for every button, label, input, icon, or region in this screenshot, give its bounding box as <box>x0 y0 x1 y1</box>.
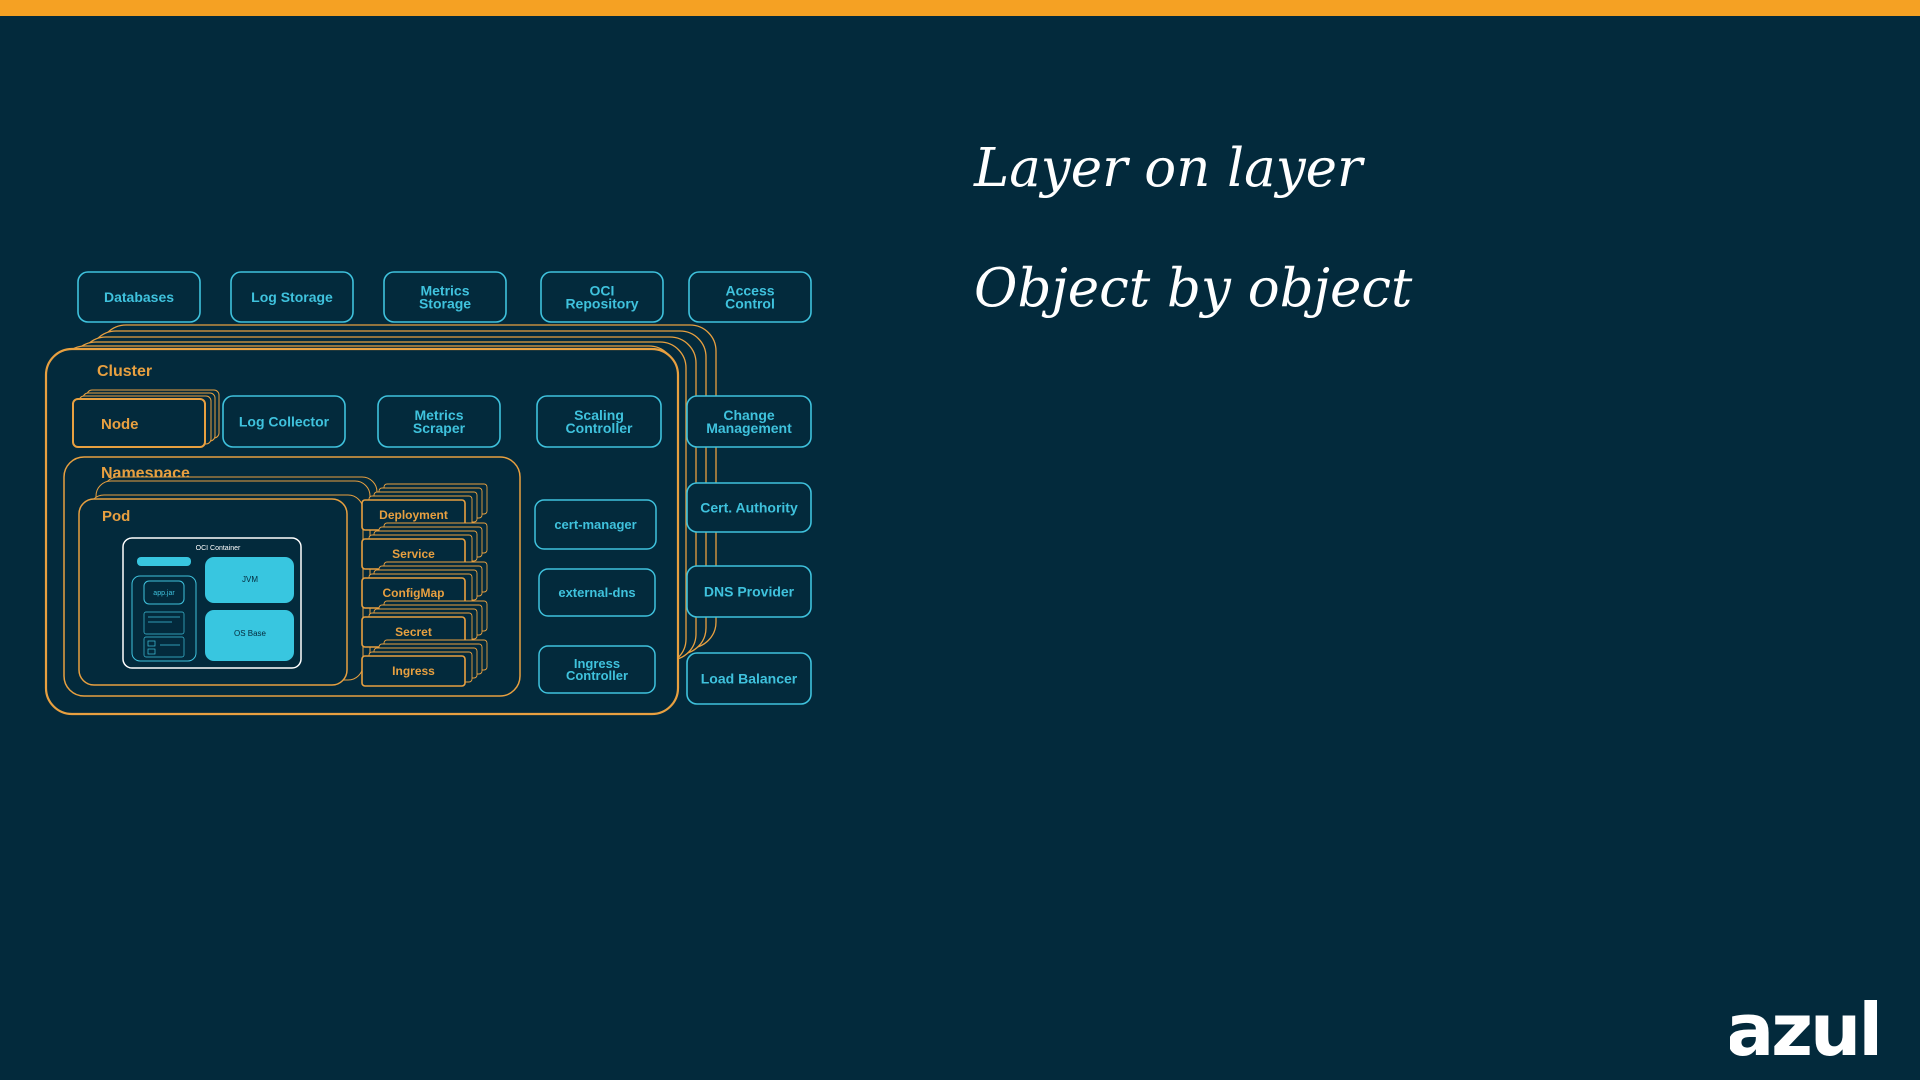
log-collector-box: Log Collector <box>222 395 346 448</box>
cluster-services: Log Collector MetricsScraper ScalingContro… <box>222 395 662 448</box>
access-control-label: Control <box>725 296 775 312</box>
secret-label: Secret <box>395 625 432 639</box>
ingress-controller-box: IngressController <box>538 645 656 694</box>
slide-title-line-1: Layer on layer <box>974 138 1363 199</box>
os-base-label: OS Base <box>234 629 267 638</box>
node-box <box>72 398 206 448</box>
kubernetes-layers-diagram: Cluster Node Log Collector MetricsScraper… <box>44 271 812 716</box>
metrics-storage-box: MetricsStorage <box>383 271 507 323</box>
load-balancer-box: Load Balancer <box>686 652 812 705</box>
brand-wordmark: azul <box>1730 988 1880 1060</box>
oci-repository-label: Repository <box>565 296 638 312</box>
ingress-box: Ingress <box>361 655 466 687</box>
cert-manager-label: cert-manager <box>554 517 636 532</box>
pod-label: Pod <box>102 508 130 525</box>
metrics-scraper-label: Scraper <box>413 420 466 436</box>
access-control-box: AccessControl <box>688 271 812 323</box>
jvm-label: JVM <box>242 575 258 584</box>
deployment-label: Deployment <box>379 508 448 522</box>
load-balancer-label: Load Balancer <box>701 670 798 686</box>
dns-provider-label: DNS Provider <box>704 583 795 599</box>
cert-authority-label: Cert. Authority <box>700 499 798 515</box>
metrics-scraper-box: MetricsScraper <box>377 395 501 448</box>
external-dns-box: external-dns <box>538 568 656 617</box>
databases-box: Databases <box>77 271 201 323</box>
databases-label: Databases <box>104 289 174 305</box>
kubernetes-objects: Deployment Service ConfigMap Secret Ingress <box>361 483 488 687</box>
configmap-label: ConfigMap <box>383 586 445 600</box>
metrics-storage-label: Storage <box>419 296 471 312</box>
node-label: Node <box>101 416 139 433</box>
cluster-label: Cluster <box>97 363 152 380</box>
cluster-addons: cert-manager external-dns IngressControlle… <box>534 499 657 694</box>
ingress-label: Ingress <box>392 664 435 678</box>
dns-provider-box: DNS Provider <box>686 565 812 618</box>
container-header-bar <box>137 557 191 566</box>
oci-container-label: OCI Container <box>196 545 241 552</box>
scaling-controller-box: ScalingController <box>536 395 662 448</box>
slide-title-line-2: Object by object <box>974 258 1413 319</box>
log-storage-box: Log Storage <box>230 271 354 323</box>
change-management-box: ChangeManagement <box>686 395 812 448</box>
log-storage-label: Log Storage <box>251 289 333 305</box>
change-management-label: Management <box>706 420 792 436</box>
oci-repository-box: OCIRepository <box>540 271 664 323</box>
cert-manager-box: cert-manager <box>534 499 657 550</box>
cert-authority-box: Cert. Authority <box>686 482 812 533</box>
app-jar-label: app.jar <box>153 590 175 597</box>
service-label: Service <box>392 547 435 561</box>
azul-logo: azul <box>1730 988 1883 1060</box>
scaling-controller-label: Controller <box>566 420 633 436</box>
external-dns-label: external-dns <box>558 585 635 600</box>
external-services-top: Databases Log Storage MetricsStorage OCIRep… <box>77 271 812 323</box>
log-collector-label: Log Collector <box>239 413 330 429</box>
ingress-controller-label: Controller <box>566 668 628 683</box>
